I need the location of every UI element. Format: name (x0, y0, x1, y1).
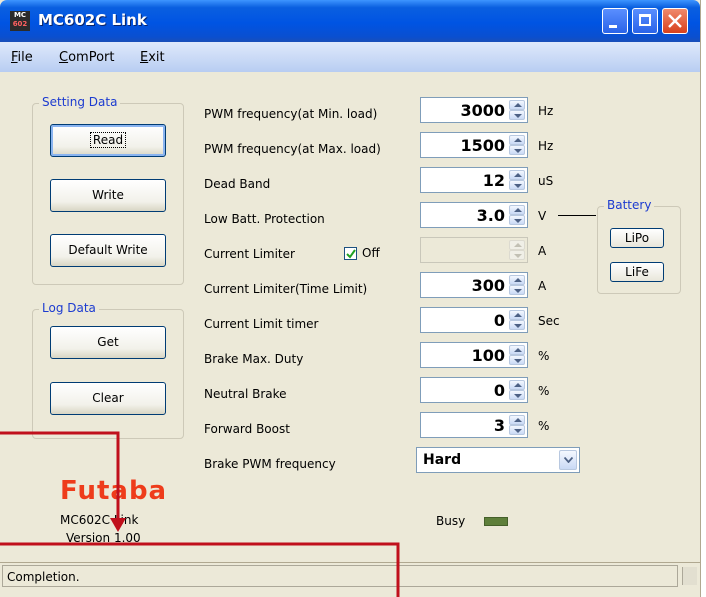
annotation-line (0, 431, 120, 520)
annotation-overlay (0, 431, 400, 597)
annotation-line (0, 542, 400, 597)
annotation-arrowhead (110, 518, 126, 532)
